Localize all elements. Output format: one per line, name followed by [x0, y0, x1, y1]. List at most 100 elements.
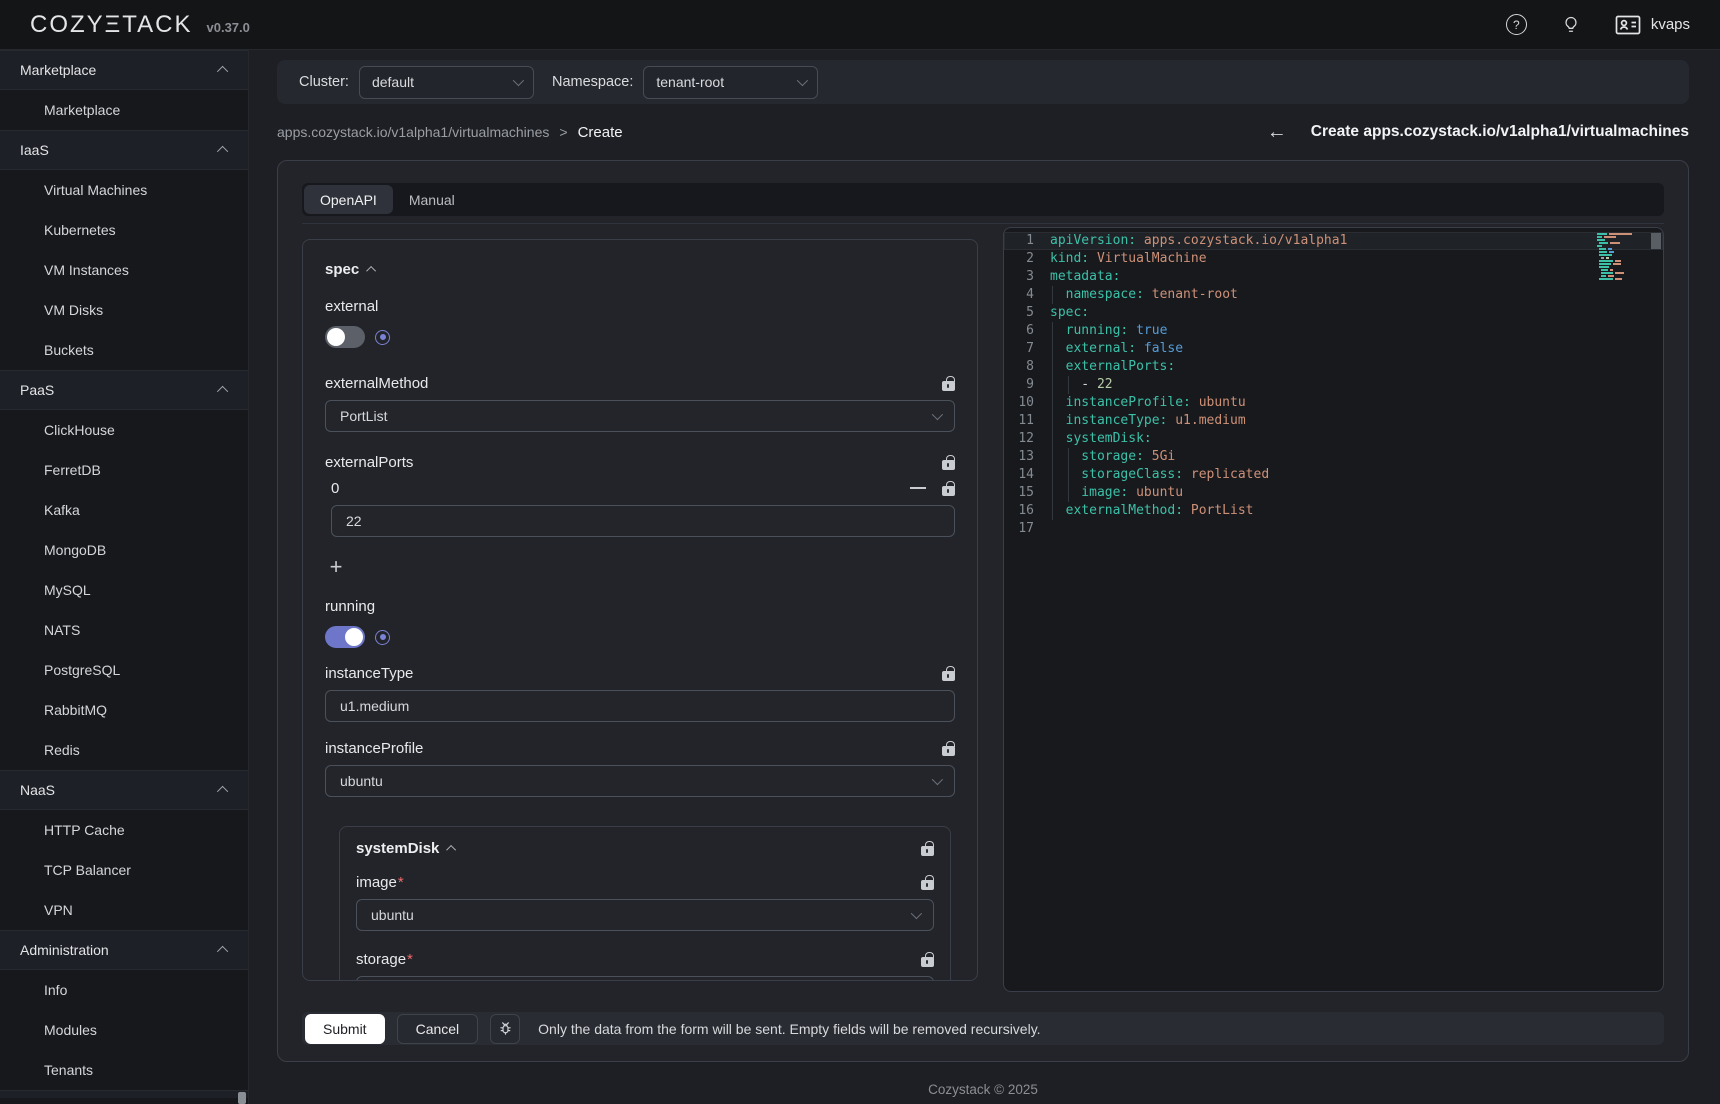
sidebar-item-kubernetes[interactable]: Kubernetes: [0, 210, 248, 250]
line-number: 1: [1004, 232, 1050, 250]
theme-lightbulb-icon[interactable]: [1561, 15, 1581, 35]
reset-field-icon[interactable]: [375, 330, 390, 345]
sidebar-section-naas[interactable]: NaaS: [0, 770, 248, 810]
app-logo: COZYΞTACK: [30, 11, 193, 39]
code-line-14: 14storageClass: replicated: [1004, 466, 1663, 484]
sidebar-item-http-cache[interactable]: HTTP Cache: [0, 810, 248, 850]
externalMethod-label: externalMethod: [325, 375, 428, 392]
yaml-editor[interactable]: 1apiVersion: apps.cozystack.io/v1alpha12…: [1003, 227, 1664, 992]
sidebar-item-modules[interactable]: Modules: [0, 1010, 248, 1050]
instanceType-input[interactable]: [325, 690, 955, 722]
unlock-icon[interactable]: [921, 846, 934, 856]
namespace-select[interactable]: tenant-root: [643, 66, 818, 99]
sidebar-item-info[interactable]: Info: [0, 970, 248, 1010]
sidebar-item-vm-disks[interactable]: VM Disks: [0, 290, 248, 330]
sidebar-item-buckets[interactable]: Buckets: [0, 330, 248, 370]
externalPorts-item-input[interactable]: [331, 505, 955, 537]
submit-button[interactable]: Submit: [305, 1014, 385, 1044]
code-line-2: 2kind: VirtualMachine: [1004, 250, 1663, 268]
externalMethod-select[interactable]: PortList: [325, 400, 955, 432]
unlock-icon[interactable]: [942, 671, 955, 681]
breadcrumb-separator: >: [559, 124, 567, 140]
code-line-3: 3metadata:: [1004, 268, 1663, 286]
unlock-icon[interactable]: [921, 880, 934, 890]
instanceProfile-select[interactable]: ubuntu: [325, 765, 955, 797]
debug-bug-button[interactable]: [490, 1014, 520, 1044]
tab-manual[interactable]: Manual: [393, 185, 471, 214]
sidebar-item-redis[interactable]: Redis: [0, 730, 248, 770]
code-line-13: 13storage: 5Gi: [1004, 448, 1663, 466]
required-marker: *: [407, 951, 413, 968]
sidebar-item-vm-instances[interactable]: VM Instances: [0, 250, 248, 290]
sidebar-section-label: Administration: [20, 942, 109, 958]
breadcrumb-current: Create: [578, 124, 623, 141]
line-number: 11: [1004, 412, 1050, 430]
unlock-icon[interactable]: [942, 746, 955, 756]
required-marker: *: [398, 874, 404, 891]
sidebar-item-marketplace[interactable]: Marketplace: [0, 90, 248, 130]
code-line-7: 7external: false: [1004, 340, 1663, 358]
editor-scrollbar[interactable]: [1651, 233, 1661, 249]
unlock-icon[interactable]: [921, 957, 934, 967]
user-menu[interactable]: kvaps: [1615, 15, 1690, 35]
instanceProfile-label: instanceProfile: [325, 740, 423, 757]
line-number: 8: [1004, 358, 1050, 376]
chevron-up-icon: [447, 844, 457, 854]
sidebar-item-virtual-machines[interactable]: Virtual Machines: [0, 170, 248, 210]
sidebar-item-ferretdb[interactable]: FerretDB: [0, 450, 248, 490]
sidebar-item-tenants[interactable]: Tenants: [0, 1050, 248, 1090]
sidebar-section-administration[interactable]: Administration: [0, 930, 248, 970]
systemDisk-section-toggle[interactable]: systemDisk: [356, 839, 456, 857]
storage-input[interactable]: [356, 976, 934, 981]
breadcrumb-resource-link[interactable]: apps.cozystack.io/v1alpha1/virtualmachin…: [277, 124, 549, 140]
remove-port-button[interactable]: [910, 487, 926, 489]
action-bar: Submit Cancel Only the data from the for…: [302, 1012, 1664, 1045]
line-number: 5: [1004, 304, 1050, 322]
cluster-select[interactable]: default: [359, 66, 534, 99]
unlock-icon[interactable]: [942, 460, 955, 470]
code-line-15: 15image: ubuntu: [1004, 484, 1663, 502]
user-name: kvaps: [1651, 16, 1690, 33]
chevron-down-icon: [932, 409, 943, 420]
main-area: Cluster: default Namespace: tenant-root …: [249, 50, 1720, 1104]
sidebar-item-rabbitmq[interactable]: RabbitMQ: [0, 690, 248, 730]
external-toggle[interactable]: [325, 326, 365, 348]
spec-section-toggle[interactable]: spec: [325, 260, 955, 278]
help-icon[interactable]: ?: [1506, 14, 1527, 35]
sidebar-item-vpn[interactable]: VPN: [0, 890, 248, 930]
tab-openapi[interactable]: OpenAPI: [304, 185, 393, 214]
sidebar-scrollbar[interactable]: [238, 1092, 246, 1104]
sidebar-item-postgresql[interactable]: PostgreSQL: [0, 650, 248, 690]
add-port-button[interactable]: +: [325, 557, 347, 579]
editor-minimap[interactable]: [1597, 233, 1647, 284]
code-line-8: 8externalPorts:: [1004, 358, 1663, 376]
sidebar-item-kafka[interactable]: Kafka: [0, 490, 248, 530]
code-line-9: 9- 22: [1004, 376, 1663, 394]
sidebar-section-label: IaaS: [20, 142, 49, 158]
sidebar-item-mysql[interactable]: MySQL: [0, 570, 248, 610]
line-number: 7: [1004, 340, 1050, 358]
sidebar-section-paas[interactable]: PaaS: [0, 370, 248, 410]
storage-label: storage*: [356, 951, 413, 968]
unlock-icon[interactable]: [942, 486, 955, 496]
chevron-down-icon: [911, 908, 922, 919]
sidebar-item-tcp-balancer[interactable]: TCP Balancer: [0, 850, 248, 890]
image-select[interactable]: ubuntu: [356, 899, 934, 931]
page-title: Create apps.cozystack.io/v1alpha1/virtua…: [1311, 123, 1689, 141]
line-number: 6: [1004, 322, 1050, 340]
sidebar-item-nats[interactable]: NATS: [0, 610, 248, 650]
line-number: 10: [1004, 394, 1050, 412]
unlock-icon[interactable]: [942, 381, 955, 391]
sidebar-item-mongodb[interactable]: MongoDB: [0, 530, 248, 570]
bug-icon: [497, 1020, 514, 1037]
instanceType-label: instanceType: [325, 665, 413, 682]
sidebar-item-clickhouse[interactable]: ClickHouse: [0, 410, 248, 450]
cancel-button[interactable]: Cancel: [397, 1014, 479, 1044]
running-toggle[interactable]: [325, 626, 365, 648]
chevron-down-icon: [932, 774, 943, 785]
chevron-down-icon: [513, 75, 524, 86]
sidebar-section-marketplace[interactable]: Marketplace: [0, 50, 248, 90]
reset-field-icon[interactable]: [375, 630, 390, 645]
sidebar-section-iaas[interactable]: IaaS: [0, 130, 248, 170]
back-arrow-icon[interactable]: ←: [1267, 122, 1287, 142]
